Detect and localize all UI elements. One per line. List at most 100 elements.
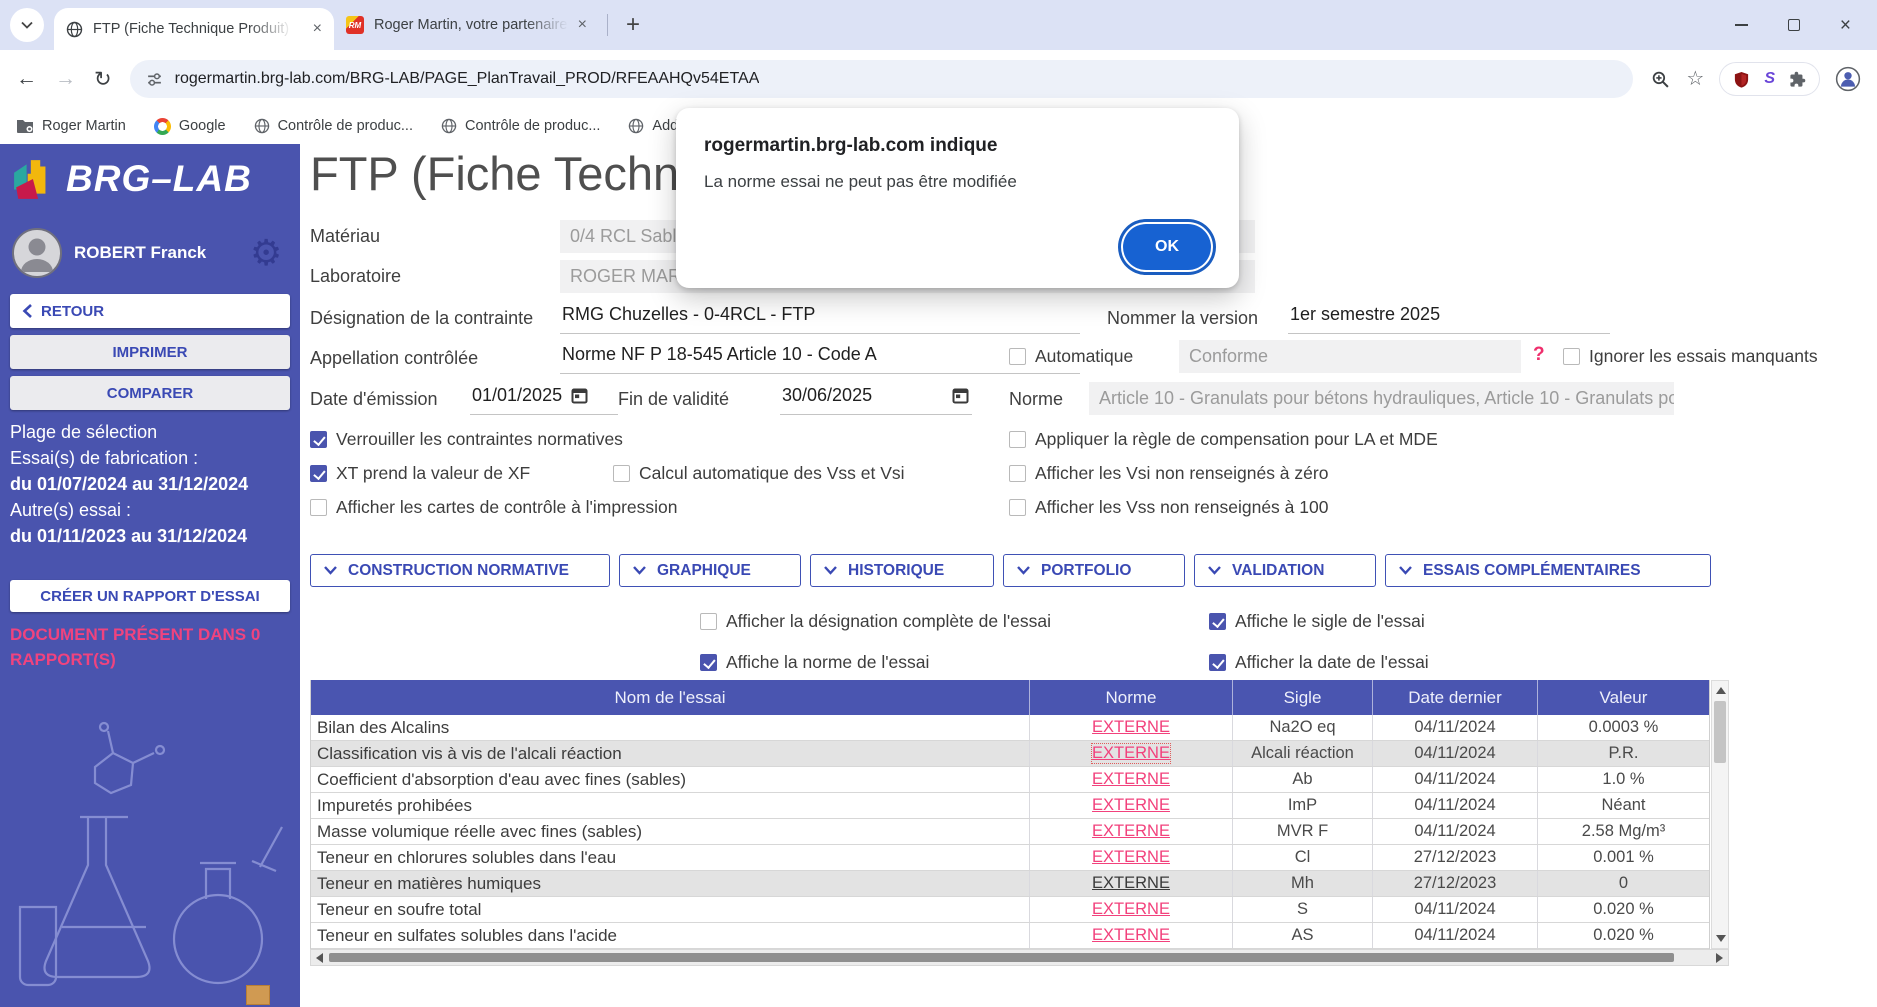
ublock-icon[interactable] xyxy=(1733,71,1750,88)
create-report-button[interactable]: CRÉER UN RAPPORT D'ESSAI xyxy=(10,580,290,612)
window-close-button[interactable]: × xyxy=(1840,16,1851,35)
forward-button[interactable]: → xyxy=(55,67,76,91)
new-tab-button[interactable]: + xyxy=(616,11,650,39)
site-settings-icon[interactable] xyxy=(146,71,163,88)
norme-externe-link[interactable]: EXTERNE xyxy=(1092,770,1170,789)
norme-externe-link[interactable]: EXTERNE xyxy=(1092,822,1170,841)
table-row-selected[interactable]: Teneur en matières humiques EXTERNE Mh 2… xyxy=(311,871,1709,897)
retour-button[interactable]: RETOUR xyxy=(10,294,290,328)
browser-tab-roger-martin[interactable]: RM Roger Martin, votre partenaire t × xyxy=(334,16,599,34)
scroll-left-icon[interactable] xyxy=(316,953,323,963)
essai-sigle: AS xyxy=(1233,923,1373,948)
bookmark-google[interactable]: Google xyxy=(154,118,226,135)
table-horizontal-scrollbar[interactable] xyxy=(310,949,1729,966)
calendar-icon[interactable] xyxy=(951,386,970,405)
vss-100-checkbox[interactable] xyxy=(1009,499,1026,516)
scroll-up-icon[interactable] xyxy=(1716,687,1726,694)
page-title: FTP (Fiche Techni xyxy=(310,146,690,201)
extensions-puzzle-icon[interactable] xyxy=(1789,71,1806,88)
address-bar[interactable]: rogermartin.brg-lab.com/BRG-LAB/PAGE_Pla… xyxy=(130,60,1634,98)
designation-input[interactable]: RMG Chuzelles - 0-4RCL - FTP xyxy=(560,302,1080,334)
norme-externe-link[interactable]: EXTERNE xyxy=(1092,900,1170,919)
tab-close-icon[interactable]: × xyxy=(313,21,322,37)
dialog-message: La norme essai ne peut pas être modifiée xyxy=(704,172,1211,192)
section-construction-normative[interactable]: CONSTRUCTION NORMATIVE xyxy=(310,554,610,587)
appellation-input[interactable]: Norme NF P 18-545 Article 10 - Code A xyxy=(560,342,1080,374)
sigle-essai-checkbox[interactable] xyxy=(1209,613,1226,630)
header-norme: Norme xyxy=(1030,680,1233,715)
section-essais-complementaires[interactable]: ESSAIS COMPLÉMENTAIRES xyxy=(1385,554,1711,587)
ok-button[interactable]: OK xyxy=(1123,224,1211,270)
norme-externe-link[interactable]: EXTERNE xyxy=(1092,718,1170,737)
maximize-button[interactable] xyxy=(1788,19,1800,31)
bookmark-controle-2[interactable]: Contrôle de produc... xyxy=(441,118,600,134)
browser-tab-ftp[interactable]: FTP (Fiche Technique Produit) N × xyxy=(54,8,334,50)
table-row-selected[interactable]: Classification vis à vis de l'alcali réa… xyxy=(311,741,1709,767)
header-date: Date dernier xyxy=(1373,680,1538,715)
version-label: Nommer la version xyxy=(1107,308,1258,329)
ignorer-checkbox[interactable] xyxy=(1563,348,1580,365)
zoom-icon[interactable] xyxy=(1651,70,1670,89)
help-question-mark[interactable]: ? xyxy=(1533,344,1545,366)
bookmark-add[interactable]: Add xyxy=(628,118,678,134)
scroll-right-icon[interactable] xyxy=(1716,953,1723,963)
table-row[interactable]: Coefficient d'absorption d'eau avec fine… xyxy=(311,767,1709,793)
norme-externe-link[interactable]: EXTERNE xyxy=(1092,874,1170,893)
norme-externe-link[interactable]: EXTERNE xyxy=(1092,848,1170,867)
scroll-down-icon[interactable] xyxy=(1716,935,1726,942)
table-vertical-scrollbar[interactable] xyxy=(1711,680,1729,949)
table-row[interactable]: Teneur en soufre total EXTERNE S 04/11/2… xyxy=(311,897,1709,923)
designation-complete-checkbox[interactable] xyxy=(700,613,717,630)
calcul-auto-checkbox[interactable] xyxy=(613,465,630,482)
xt-xf-checkbox[interactable] xyxy=(310,465,327,482)
bookmark-roger-martin[interactable]: Roger Martin xyxy=(16,118,126,134)
bookmark-controle-1[interactable]: Contrôle de produc... xyxy=(254,118,413,134)
profile-avatar-icon[interactable] xyxy=(1835,66,1861,92)
table-row[interactable]: Bilan des Alcalins EXTERNE Na2O eq 04/11… xyxy=(311,715,1709,741)
tab-search-button[interactable] xyxy=(10,8,44,42)
norme-label: Norme xyxy=(1009,389,1063,410)
verrouiller-checkbox[interactable] xyxy=(310,431,327,448)
essai-date: 27/12/2023 xyxy=(1373,871,1538,896)
table-row[interactable]: Impuretés prohibées EXTERNE ImP 04/11/20… xyxy=(311,793,1709,819)
logo-text: BRG–LAB xyxy=(66,158,252,200)
imprimer-button[interactable]: IMPRIMER xyxy=(10,335,290,369)
calendar-icon[interactable] xyxy=(570,386,589,405)
s-extension-icon[interactable]: S xyxy=(1764,70,1775,88)
reload-button[interactable]: ↻ xyxy=(94,67,112,92)
table-row[interactable]: Masse volumique réelle avec fines (sable… xyxy=(311,819,1709,845)
essai-name: Teneur en sulfates solubles dans l'acide xyxy=(311,923,1030,948)
table-row[interactable]: Teneur en sulfates solubles dans l'acide… xyxy=(311,923,1709,949)
tab-close-icon[interactable]: × xyxy=(578,17,587,33)
section-validation[interactable]: VALIDATION xyxy=(1194,554,1376,587)
comparer-button[interactable]: COMPARER xyxy=(10,376,290,410)
section-historique[interactable]: HISTORIQUE xyxy=(810,554,994,587)
date-essai-checkbox[interactable] xyxy=(1209,654,1226,671)
chevron-down-icon xyxy=(1398,565,1413,576)
essai-sigle: ImP xyxy=(1233,793,1373,818)
tab-title: FTP (Fiche Technique Produit) N xyxy=(93,21,293,37)
vsi-zero-checkbox[interactable] xyxy=(1009,465,1026,482)
back-button[interactable]: ← xyxy=(16,67,37,91)
bookmark-star-icon[interactable]: ☆ xyxy=(1686,69,1704,89)
section-portfolio[interactable]: PORTFOLIO xyxy=(1003,554,1185,587)
version-input[interactable]: 1er semestre 2025 xyxy=(1288,302,1610,334)
norme-essai-checkbox[interactable] xyxy=(700,654,717,671)
date-emission-input[interactable]: 01/01/2025 xyxy=(470,383,618,415)
vertical-scroll-thumb[interactable] xyxy=(1714,701,1726,763)
norme-externe-link[interactable]: EXTERNE xyxy=(1092,926,1170,945)
table-row[interactable]: Teneur en chlorures solubles dans l'eau … xyxy=(311,845,1709,871)
horizontal-scroll-thumb[interactable] xyxy=(329,953,1674,962)
bookmark-label: Contrôle de produc... xyxy=(465,118,600,134)
settings-gear-icon[interactable]: ⚙ xyxy=(250,232,282,274)
norme-externe-link[interactable]: EXTERNE xyxy=(1092,744,1170,763)
automatique-checkbox[interactable] xyxy=(1009,348,1026,365)
norme-essai-label: Affiche la norme de l'essai xyxy=(726,652,929,673)
compensation-checkbox[interactable] xyxy=(1009,431,1026,448)
compensation-label: Appliquer la règle de compensation pour … xyxy=(1035,429,1438,450)
norme-externe-link[interactable]: EXTERNE xyxy=(1092,796,1170,815)
cartes-controle-checkbox[interactable] xyxy=(310,499,327,516)
minimize-button[interactable] xyxy=(1735,24,1748,26)
section-graphique[interactable]: GRAPHIQUE xyxy=(619,554,801,587)
fin-validite-input[interactable]: 30/06/2025 xyxy=(780,383,972,415)
